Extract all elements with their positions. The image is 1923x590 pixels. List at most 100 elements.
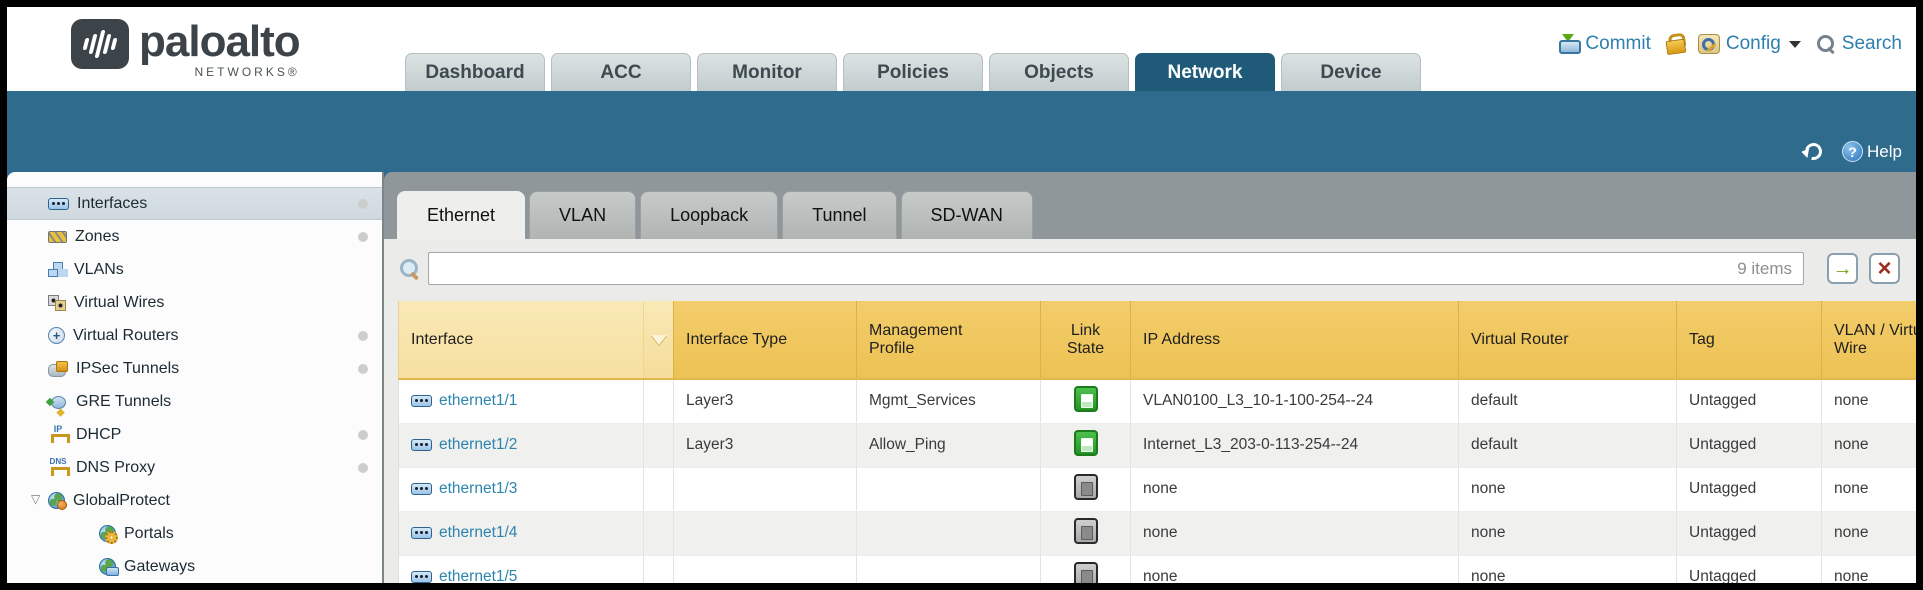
column-header-link-state[interactable]: Link State: [1041, 301, 1131, 379]
sort-cell: [644, 379, 674, 423]
help-label: Help: [1867, 142, 1902, 162]
sidebar-item-portals[interactable]: Portals: [7, 517, 382, 550]
tab-loopback[interactable]: Loopback: [640, 191, 778, 239]
nav-tab-device[interactable]: Device: [1281, 53, 1421, 91]
management-profile-cell: [857, 467, 1041, 511]
app-window: paloalto NETWORKS® DashboardACCMonitorPo…: [7, 7, 1916, 583]
column-header-virtual-router[interactable]: Virtual Router: [1459, 301, 1677, 379]
sidebar-item-interfaces[interactable]: Interfaces: [7, 187, 382, 220]
refresh-icon[interactable]: [1802, 140, 1825, 163]
nav-tab-acc[interactable]: ACC: [551, 53, 691, 91]
interface-type-cell: [674, 467, 857, 511]
tag-cell: Untagged: [1677, 555, 1822, 583]
virtual-router-cell: none: [1459, 555, 1677, 583]
column-header-interface[interactable]: Interface: [399, 301, 644, 379]
sidebar-item-zones[interactable]: Zones: [7, 220, 382, 253]
gateways-icon: [99, 558, 116, 575]
link-state-cell: [1041, 423, 1131, 467]
interface-link[interactable]: ethernet1/1: [439, 392, 517, 410]
sidebar-item-gateways[interactable]: Gateways: [7, 550, 382, 583]
expand-triangle-icon[interactable]: ▽: [31, 493, 40, 505]
nav-tab-policies[interactable]: Policies: [843, 53, 983, 91]
sidebar-item-gre-tunnels[interactable]: GRE Tunnels: [7, 385, 382, 418]
sort-cell: [644, 467, 674, 511]
interfaces-table-wrap: Interface Interface Type Management Profil…: [384, 295, 1916, 583]
virtual-router-cell: none: [1459, 511, 1677, 555]
ip-address-cell: VLAN0100_L3_10-1-100-254--24: [1131, 379, 1459, 423]
sidebar-item-vlans[interactable]: VLANs: [7, 253, 382, 286]
column-header-vlan-virtual-wire[interactable]: VLAN / Virtual Wire: [1822, 301, 1917, 379]
search-button[interactable]: Search: [1816, 33, 1902, 55]
tab-vlan[interactable]: VLAN: [529, 191, 636, 239]
commit-button[interactable]: Commit: [1557, 33, 1650, 55]
sidebar-item-label: Virtual Wires: [74, 294, 164, 312]
nav-tab-objects[interactable]: Objects: [989, 53, 1129, 91]
help-button[interactable]: ? Help: [1842, 141, 1902, 162]
management-profile-cell: Allow_Ping: [857, 423, 1041, 467]
link-state-cell: [1041, 511, 1131, 555]
search-icon: [1816, 34, 1836, 54]
lock-icon[interactable]: [1665, 33, 1685, 55]
sort-dropdown-icon[interactable]: [651, 335, 667, 345]
link-state-cell: [1041, 379, 1131, 423]
nav-tab-monitor[interactable]: Monitor: [697, 53, 837, 91]
sidebar-item-globalprotect[interactable]: ▽GlobalProtect: [7, 484, 382, 517]
sidebar-item-dns-proxy[interactable]: DNS Proxy: [7, 451, 382, 484]
virtual-router-cell: none: [1459, 467, 1677, 511]
interface-link[interactable]: ethernet1/2: [439, 436, 517, 454]
interface-link[interactable]: ethernet1/4: [439, 524, 517, 542]
brand-subtitle: NETWORKS®: [195, 65, 300, 79]
filter-toolbar: 9 items → ×: [384, 239, 1916, 295]
sidebar-item-dhcp[interactable]: DHCP: [7, 418, 382, 451]
table-row: ethernet1/3nonenoneUntaggednone: [399, 467, 1917, 511]
item-dot: [358, 430, 368, 440]
column-header-interface-type[interactable]: Interface Type: [674, 301, 857, 379]
nav-tab-network[interactable]: Network: [1135, 53, 1275, 91]
interface-cell: ethernet1/5: [399, 555, 644, 583]
interface-icon: [411, 571, 432, 583]
interface-icon: [411, 439, 432, 451]
item-dot: [358, 199, 368, 209]
sidebar-item-label: Portals: [124, 525, 174, 543]
item-dot: [358, 364, 368, 374]
help-icon: ?: [1842, 141, 1863, 162]
config-menu-button[interactable]: Config: [1698, 33, 1801, 55]
interface-link[interactable]: ethernet1/5: [439, 568, 517, 583]
sidebar-item-label: Interfaces: [77, 195, 147, 213]
column-header-sort-cell: [644, 301, 674, 379]
interfaces-icon: [48, 198, 69, 210]
commit-icon: [1557, 33, 1579, 55]
tab-tunnel[interactable]: Tunnel: [782, 191, 896, 239]
sidebar-nav: Interfaces ZonesVLANs Virtual Wires Virtual…: [7, 172, 384, 583]
sidebar-item-virtual-wires[interactable]: Virtual Wires: [7, 286, 382, 319]
interface-cell: ethernet1/4: [399, 511, 644, 555]
tag-cell: Untagged: [1677, 511, 1822, 555]
nav-tab-dashboard[interactable]: Dashboard: [405, 53, 545, 91]
column-header-management-profile[interactable]: Management Profile: [857, 301, 1041, 379]
column-header-label: IP Address: [1143, 331, 1220, 349]
interface-type-tabs: EthernetVLANLoopbackTunnelSD-WAN: [384, 172, 1916, 239]
interface-link[interactable]: ethernet1/3: [439, 480, 517, 498]
tab-sd-wan[interactable]: SD-WAN: [901, 191, 1033, 239]
sidebar-item-ipsec-tunnels[interactable]: IPSec Tunnels: [7, 352, 382, 385]
sort-cell: [644, 511, 674, 555]
ip-address-cell: Internet_L3_203-0-113-254--24: [1131, 423, 1459, 467]
column-header-ip-address[interactable]: IP Address: [1131, 301, 1459, 379]
sidebar-item-virtual-routers[interactable]: Virtual Routers: [7, 319, 382, 352]
top-actions: Commit Config Search: [1557, 33, 1902, 55]
apply-filter-button[interactable]: →: [1827, 253, 1858, 284]
column-header-label: Virtual Router: [1471, 331, 1569, 349]
virtual-routers-icon: [48, 327, 65, 344]
filter-input[interactable]: [428, 252, 1804, 285]
item-dot: [358, 463, 368, 473]
vlans-icon: [48, 262, 66, 278]
column-header-tag[interactable]: Tag: [1677, 301, 1822, 379]
column-header-label: Interface Type: [686, 331, 787, 349]
filter-search-icon[interactable]: [399, 258, 421, 280]
vlan-virtual-wire-cell: none: [1822, 555, 1917, 583]
zones-icon: [48, 231, 67, 243]
ipsec-tunnels-icon: [48, 361, 68, 377]
vlan-virtual-wire-cell: none: [1822, 379, 1917, 423]
tab-ethernet[interactable]: Ethernet: [397, 191, 525, 239]
clear-filter-button[interactable]: ×: [1869, 253, 1900, 284]
